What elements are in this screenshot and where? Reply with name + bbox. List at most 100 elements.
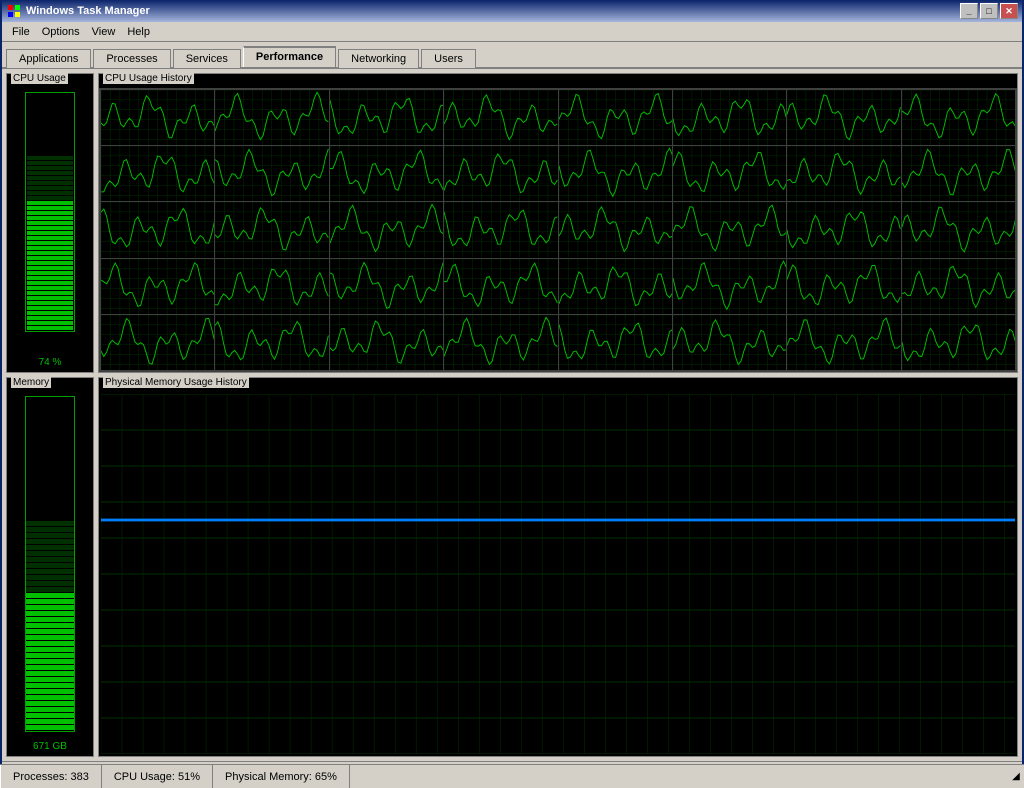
title-bar: Windows Task Manager _ □ ✕ xyxy=(2,0,1022,22)
tab-services[interactable]: Services xyxy=(173,49,241,68)
cpu-bar-chart xyxy=(25,92,75,332)
menu-help[interactable]: Help xyxy=(121,24,156,40)
tab-applications[interactable]: Applications xyxy=(6,49,91,68)
tab-users[interactable]: Users xyxy=(421,49,476,68)
memory-bar-segment xyxy=(26,539,74,544)
memory-history-panel: Physical Memory Usage History xyxy=(98,377,1018,757)
tab-processes[interactable]: Processes xyxy=(93,49,170,68)
cpu-history-label: CPU Usage History xyxy=(103,73,194,84)
cpu-core-graph-17 xyxy=(215,202,328,257)
cpu-core-graph-18 xyxy=(330,202,443,257)
memory-value: 671 GB xyxy=(33,741,67,752)
memory-bar-segment xyxy=(26,725,74,730)
memory-bar-segment xyxy=(26,593,74,598)
memory-bar-segment xyxy=(26,563,74,568)
memory-bar-segment xyxy=(26,551,74,556)
menu-bar: File Options View Help xyxy=(2,22,1022,42)
memory-bar-content: 671 GB xyxy=(7,392,93,756)
memory-bar-segment xyxy=(26,587,74,592)
cpu-core-graph-29 xyxy=(673,259,786,314)
memory-bar-segment xyxy=(26,521,74,526)
memory-bar-segment xyxy=(26,719,74,724)
minimize-button[interactable]: _ xyxy=(960,3,978,19)
cpu-history-content xyxy=(99,88,1017,372)
cpu-core-graph-6 xyxy=(787,90,900,145)
main-content: CPU Usage xyxy=(2,69,1022,761)
memory-bar-panel: Memory 671 GB xyxy=(6,377,94,757)
tab-performance[interactable]: Performance xyxy=(243,46,336,67)
tab-networking[interactable]: Networking xyxy=(338,49,419,68)
cpu-core-graph-22 xyxy=(787,202,900,257)
cpu-core-graph-34 xyxy=(330,315,443,370)
cpu-core-graph-37 xyxy=(673,315,786,370)
cpu-core-graph-23 xyxy=(902,202,1015,257)
cpu-core-graph-25 xyxy=(215,259,328,314)
maximize-button[interactable]: □ xyxy=(980,3,998,19)
memory-bar-segment xyxy=(26,713,74,718)
cpu-core-graph-24 xyxy=(101,259,214,314)
cpu-core-graph-30 xyxy=(787,259,900,314)
status-cpu-usage: CPU Usage: 51% xyxy=(102,765,213,788)
memory-bar-segment xyxy=(26,677,74,682)
cpu-segments-inner xyxy=(27,156,73,330)
memory-bar-segment xyxy=(26,683,74,688)
memory-bar-segment xyxy=(26,623,74,628)
memory-history-content xyxy=(99,392,1017,756)
cpu-core-graph-38 xyxy=(787,315,900,370)
cpu-core-graph-21 xyxy=(673,202,786,257)
memory-bar-segment xyxy=(26,707,74,712)
cpu-core-graph-20 xyxy=(559,202,672,257)
cpu-core-graph-39 xyxy=(902,315,1015,370)
window-controls[interactable]: _ □ ✕ xyxy=(960,3,1018,19)
cpu-core-graph-3 xyxy=(444,90,557,145)
cpu-core-graph-7 xyxy=(902,90,1015,145)
cpu-core-graph-2 xyxy=(330,90,443,145)
status-bar: Processes: 383 CPU Usage: 51% Physical M… xyxy=(0,764,1024,788)
memory-bar-segment xyxy=(26,581,74,586)
menu-view[interactable]: View xyxy=(86,24,122,40)
memory-bar-segment xyxy=(26,527,74,532)
cpu-core-graph-35 xyxy=(444,315,557,370)
cpu-core-graph-19 xyxy=(444,202,557,257)
memory-bar-segment xyxy=(26,533,74,538)
app-icon xyxy=(6,3,22,19)
cpu-core-graph-10 xyxy=(330,146,443,201)
main-window: Windows Task Manager _ □ ✕ File Options … xyxy=(0,0,1024,788)
memory-bar-segment xyxy=(26,671,74,676)
memory-bar-segment xyxy=(26,611,74,616)
cpu-core-graph-28 xyxy=(559,259,672,314)
memory-bar-chart xyxy=(25,396,75,732)
cpu-core-graph-27 xyxy=(444,259,557,314)
resize-handle[interactable]: ◢ xyxy=(1008,765,1024,788)
cpu-bar-label: CPU Usage xyxy=(11,73,68,84)
memory-bar-segment xyxy=(26,605,74,610)
menu-options[interactable]: Options xyxy=(36,24,86,40)
cpu-core-graph-13 xyxy=(673,146,786,201)
cpu-core-graph-8 xyxy=(101,146,214,201)
cpu-core-graph-36 xyxy=(559,315,672,370)
cpu-core-graph-9 xyxy=(215,146,328,201)
cpu-core-graph-11 xyxy=(444,146,557,201)
cpu-core-graph-15 xyxy=(902,146,1015,201)
cpu-bar-content: 74 % xyxy=(7,88,93,372)
title-bar-left: Windows Task Manager xyxy=(6,3,150,19)
memory-bar-segment xyxy=(26,569,74,574)
cpu-bar-segments xyxy=(26,155,74,331)
cpu-bar-panel: CPU Usage xyxy=(6,73,94,373)
memory-bar-label: Memory xyxy=(11,377,51,388)
cpu-core-graph-32 xyxy=(101,315,214,370)
status-processes: Processes: 383 xyxy=(0,765,102,788)
cpu-core-graph-16 xyxy=(101,202,214,257)
cpu-core-graph-1 xyxy=(215,90,328,145)
cpu-core-graph-0 xyxy=(101,90,214,145)
cpu-core-graph-12 xyxy=(559,146,672,201)
memory-bar-segment xyxy=(26,599,74,604)
menu-file[interactable]: File xyxy=(6,24,36,40)
memory-bar-segment xyxy=(26,617,74,622)
cpu-core-graph-31 xyxy=(902,259,1015,314)
memory-bar-segment xyxy=(26,665,74,670)
close-button[interactable]: ✕ xyxy=(1000,3,1018,19)
cpu-core-graph-26 xyxy=(330,259,443,314)
memory-bar-segment xyxy=(26,659,74,664)
memory-section: Memory 671 GB Physical Memory Usage Hist… xyxy=(6,377,1018,757)
